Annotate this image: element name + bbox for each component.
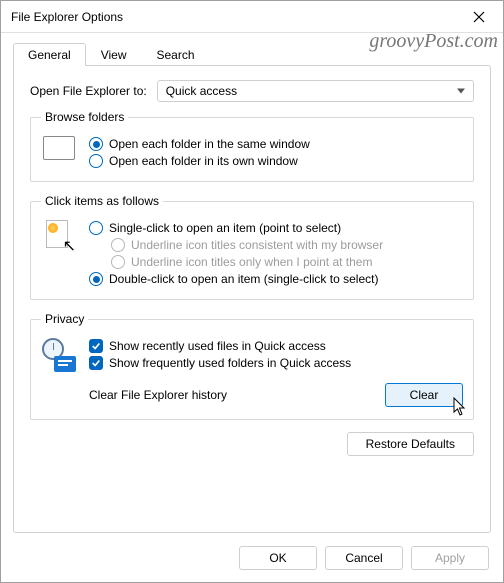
clear-button[interactable]: Clear xyxy=(385,383,463,407)
tab-general[interactable]: General xyxy=(13,43,86,66)
window-title: File Explorer Options xyxy=(11,10,123,24)
browse-folders-group: Browse folders Open each folder in the s… xyxy=(30,110,474,182)
document-click-icon: ↖ xyxy=(41,218,77,289)
clear-history-label: Clear File Explorer history xyxy=(89,388,227,402)
restore-defaults-button[interactable]: Restore Defaults xyxy=(347,432,474,456)
checkbox-recent-files[interactable]: Show recently used files in Quick access xyxy=(89,339,463,353)
checkbox-icon xyxy=(89,339,103,353)
radio-own-window[interactable]: Open each folder in its own window xyxy=(89,154,463,168)
radio-same-window[interactable]: Open each folder in the same window xyxy=(89,137,463,151)
radio-double-click[interactable]: Double-click to open an item (single-cli… xyxy=(89,272,463,286)
radio-icon xyxy=(111,255,125,269)
radio-label: Single-click to open an item (point to s… xyxy=(109,221,341,235)
dialog-footer: OK Cancel Apply xyxy=(1,534,503,582)
radio-icon xyxy=(111,238,125,252)
open-explorer-label: Open File Explorer to: xyxy=(30,84,147,98)
radio-icon xyxy=(89,221,103,235)
click-items-legend: Click items as follows xyxy=(41,194,163,208)
dialog-window: File Explorer Options groovyPost.com Gen… xyxy=(0,0,504,583)
radio-label: Open each folder in the same window xyxy=(109,137,310,151)
radio-label: Double-click to open an item (single-cli… xyxy=(109,272,378,286)
apply-button[interactable]: Apply xyxy=(411,546,489,570)
radio-icon xyxy=(89,154,103,168)
radio-icon xyxy=(89,272,103,286)
tab-panel-general: Open File Explorer to: Quick access Brow… xyxy=(13,65,491,533)
radio-icon xyxy=(89,137,103,151)
tab-search[interactable]: Search xyxy=(142,43,210,66)
browse-folders-legend: Browse folders xyxy=(41,110,128,124)
ok-button[interactable]: OK xyxy=(239,546,317,570)
cancel-button[interactable]: Cancel xyxy=(325,546,403,570)
titlebar: File Explorer Options xyxy=(1,1,503,33)
open-explorer-row: Open File Explorer to: Quick access xyxy=(30,80,474,102)
close-button[interactable] xyxy=(457,2,501,32)
privacy-group: Privacy Show recently used files in Quic… xyxy=(30,312,474,420)
open-explorer-select[interactable]: Quick access xyxy=(157,80,474,102)
open-explorer-value: Quick access xyxy=(166,84,237,98)
radio-label: Open each folder in its own window xyxy=(109,154,298,168)
privacy-legend: Privacy xyxy=(41,312,88,326)
click-items-group: Click items as follows ↖ Single-click to… xyxy=(30,194,474,300)
tab-strip: General View Search xyxy=(1,33,503,66)
radio-single-click[interactable]: Single-click to open an item (point to s… xyxy=(89,221,463,235)
checkbox-icon xyxy=(89,356,103,370)
tab-view[interactable]: View xyxy=(86,43,142,66)
checkbox-freq-folders[interactable]: Show frequently used folders in Quick ac… xyxy=(89,356,463,370)
folder-icon xyxy=(41,134,77,171)
checkbox-label: Show frequently used folders in Quick ac… xyxy=(109,356,351,370)
radio-label: Underline icon titles only when I point … xyxy=(131,255,372,269)
radio-underline-point: Underline icon titles only when I point … xyxy=(89,255,463,269)
checkbox-label: Show recently used files in Quick access xyxy=(109,339,326,353)
privacy-icon xyxy=(41,336,77,373)
radio-underline-browser: Underline icon titles consistent with my… xyxy=(89,238,463,252)
radio-label: Underline icon titles consistent with my… xyxy=(131,238,383,252)
